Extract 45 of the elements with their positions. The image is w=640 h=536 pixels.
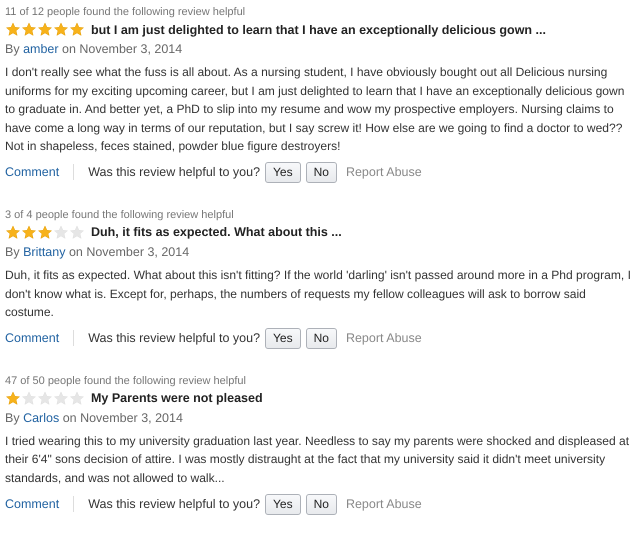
review-title: My Parents were not pleased xyxy=(91,391,263,406)
comment-link[interactable]: Comment xyxy=(5,497,60,512)
author-link[interactable]: Carlos xyxy=(23,410,60,425)
star-icon xyxy=(53,390,69,406)
yes-button[interactable]: Yes xyxy=(265,328,301,349)
author-link[interactable]: Brittany xyxy=(23,244,66,259)
report-abuse-link[interactable]: Report Abuse xyxy=(346,497,422,512)
no-button[interactable]: No xyxy=(306,328,337,349)
helpful-count: 3 of 4 people found the following review helpful xyxy=(5,208,235,222)
review-text: I don't really see what the fuss is all about. As a nursing student, I have obviously bought out all Delicious nursing uniforms for my exciting upcoming career, but I am just delighted to learn that I have an exceptionally delicious gown to graduate in. And better yet, a PhD to slip into my resume and wow my prospective employers. Nursing claims to have come a long way in terms of our reputation, but I say screw it! How else are we going to find a doctor to wed?? Not in shapeless, feces stained, powder blue figure destroyers! xyxy=(5,64,626,156)
review-byline: By amber on November 3, 2014 xyxy=(5,41,184,57)
review-byline: By Brittany on November 3, 2014 xyxy=(5,244,190,260)
review-byline: By Carlos on November 3, 2014 xyxy=(5,410,184,426)
star-icon xyxy=(5,22,21,37)
comment-link[interactable]: Comment xyxy=(5,165,60,180)
star-icon xyxy=(37,390,53,406)
star-icon xyxy=(53,224,69,240)
helpful-count: 47 of 50 people found the following review helpful xyxy=(5,374,247,388)
star-icon xyxy=(53,22,69,37)
report-abuse-link[interactable]: Report Abuse xyxy=(346,165,422,180)
star-icon xyxy=(69,390,85,406)
review-text: I tried wearing this to my university graduation last year. Needless to say my parents were shocked and displeased at their 6'4" sons decision of attire. I was mostly distraught at the fact that my university said it didn't meet university standards, and was not allowed to walk... xyxy=(5,432,630,487)
yes-button[interactable]: Yes xyxy=(265,162,301,183)
review-title: but I am just delighted to learn that I have an exceptionally delicious gown ... xyxy=(91,22,546,36)
review-text: Duh, it fits as expected. What about this isn't fitting? If the world 'darling' isn't passed around more in a Phd program, I don't know what is. Except for, perhaps, the numbers of requests my fellow colleagues will ask to borrow said costume. xyxy=(5,266,632,322)
star-icon xyxy=(69,22,85,37)
star-icon xyxy=(21,22,37,37)
helpful-question: Was this review helpful to you? xyxy=(88,331,260,346)
helpful-count: 11 of 12 people found the following review helpful xyxy=(5,5,246,19)
helpful-question: Was this review helpful to you? xyxy=(88,497,260,512)
helpful-question: Was this review helpful to you? xyxy=(88,165,260,180)
author-link[interactable]: amber xyxy=(23,42,59,56)
yes-button[interactable]: Yes xyxy=(265,494,301,515)
star-icon xyxy=(37,224,53,240)
comment-link[interactable]: Comment xyxy=(5,331,60,346)
review-title: Duh, it fits as expected. What about this ... xyxy=(91,225,342,240)
star-icon xyxy=(5,224,21,240)
star-icon xyxy=(21,224,37,240)
star-icon xyxy=(5,390,21,406)
no-button[interactable]: No xyxy=(306,494,337,515)
no-button[interactable]: No xyxy=(306,162,337,183)
star-icon xyxy=(37,22,53,37)
star-icon xyxy=(69,224,85,240)
report-abuse-link[interactable]: Report Abuse xyxy=(346,331,422,346)
star-icon xyxy=(21,390,37,406)
